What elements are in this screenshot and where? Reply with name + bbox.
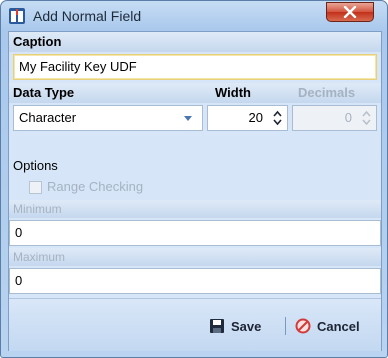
footer-separator xyxy=(285,317,286,335)
save-label: Save xyxy=(231,318,262,334)
cancel-icon xyxy=(295,318,311,334)
decimals-spin-icon xyxy=(362,110,371,126)
maximum-label: Maximum xyxy=(13,250,66,264)
width-label: Width xyxy=(215,85,251,100)
decimals-label: Decimals xyxy=(298,85,356,100)
minimum-input[interactable]: 0 xyxy=(9,220,381,246)
spin-up-icon xyxy=(273,110,282,117)
title-bar[interactable]: Add Normal Field xyxy=(1,1,387,31)
window-title: Add Normal Field xyxy=(33,8,142,24)
dialog-footer: Save Cancel xyxy=(9,298,381,351)
width-stepper[interactable]: 20 xyxy=(207,105,288,131)
caption-label: Caption xyxy=(13,34,62,49)
dropdown-arrow-icon[interactable] xyxy=(184,116,192,121)
spin-down-icon xyxy=(273,119,282,126)
decimals-stepper: 0 xyxy=(292,105,377,131)
data-type-value: Character xyxy=(19,110,77,125)
add-normal-field-dialog: Add Normal Field Caption My Facility Key… xyxy=(0,0,388,358)
options-label: Options xyxy=(13,158,58,173)
data-type-select[interactable]: Character xyxy=(13,105,203,131)
caption-input[interactable]: My Facility Key UDF xyxy=(13,54,377,80)
app-icon xyxy=(9,8,25,24)
dialog-body: Caption My Facility Key UDF Data Type Wi… xyxy=(8,31,382,351)
close-icon xyxy=(343,6,357,18)
data-type-label: Data Type xyxy=(13,85,75,100)
save-icon xyxy=(210,319,224,333)
range-checking-label: Range Checking xyxy=(47,179,144,194)
minimum-label: Minimum xyxy=(13,202,62,216)
decimals-value: 0 xyxy=(344,110,352,125)
minimum-header-band xyxy=(9,200,381,218)
save-button[interactable]: Save xyxy=(209,315,261,337)
width-value: 20 xyxy=(248,110,263,125)
close-button[interactable] xyxy=(326,2,374,22)
maximum-input[interactable]: 0 xyxy=(9,268,381,294)
cancel-label: Cancel xyxy=(317,318,360,334)
caption-header-band xyxy=(9,32,381,52)
cancel-button[interactable]: Cancel xyxy=(295,315,360,337)
range-checking-checkbox xyxy=(29,181,42,194)
width-spin-icon[interactable] xyxy=(273,110,282,126)
